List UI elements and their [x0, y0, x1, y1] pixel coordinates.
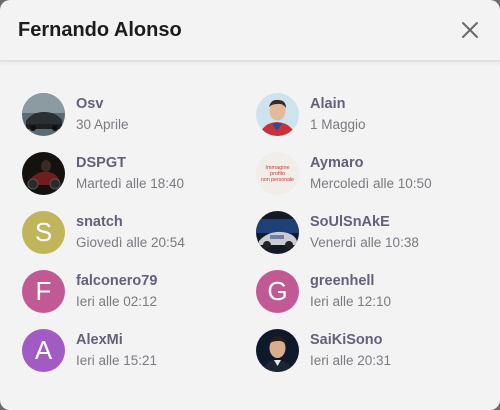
user-name[interactable]: DSPGT [76, 154, 184, 172]
reaction-time: Mercoledì alle 10:50 [310, 175, 432, 191]
reaction-time: Venerdì alle 10:38 [310, 234, 419, 250]
user-item[interactable]: SaiKiSono Ieri alle 20:31 [256, 328, 490, 372]
modal-header: Fernando Alonso [0, 0, 500, 62]
svg-text:non personale: non personale [261, 177, 294, 183]
user-item[interactable]: S snatch Giovedì alle 20:54 [22, 210, 256, 254]
avatar[interactable] [22, 92, 65, 136]
reaction-time: 1 Maggio [310, 116, 366, 132]
user-item[interactable]: Alain 1 Maggio [256, 92, 490, 136]
avatar[interactable] [256, 210, 299, 254]
avatar[interactable] [256, 92, 299, 136]
user-item[interactable]: Immagine profilo non personale Aymaro Me… [256, 151, 490, 195]
user-item[interactable]: F falconero79 Ieri alle 02:12 [22, 269, 256, 313]
close-button[interactable] [458, 18, 482, 42]
avatar[interactable]: S [22, 210, 65, 254]
user-name[interactable]: falconero79 [76, 272, 157, 290]
avatar-letter: A [34, 334, 53, 365]
reaction-time: Ieri alle 02:12 [76, 293, 158, 309]
user-name[interactable]: Alain [310, 95, 366, 113]
avatar[interactable]: Immagine profilo non personale [256, 151, 299, 195]
user-name[interactable]: SoUlSnAkE [310, 213, 419, 231]
avatar-letter: F [35, 275, 52, 306]
user-name[interactable]: Aymaro [310, 154, 432, 172]
user-item[interactable]: Osv 30 Aprile [22, 92, 256, 136]
close-icon [462, 22, 478, 38]
user-name[interactable]: AlexMi [76, 331, 157, 349]
avatar-letter: S [34, 216, 53, 247]
user-item[interactable]: DSPGT Martedì alle 18:40 [22, 151, 256, 195]
avatar[interactable] [22, 151, 65, 195]
user-item[interactable]: SoUlSnAkE Venerdì alle 10:38 [256, 210, 490, 254]
user-name[interactable]: SaiKiSono [310, 331, 391, 349]
user-item[interactable]: G greenhell Ieri alle 12:10 [256, 269, 490, 313]
user-name[interactable]: snatch [76, 213, 185, 231]
user-name[interactable]: Osv [76, 95, 129, 113]
user-item[interactable]: A AlexMi Ieri alle 15:21 [22, 328, 256, 372]
reaction-time: Ieri alle 20:31 [310, 352, 392, 368]
reaction-time: Ieri alle 12:10 [310, 293, 392, 309]
avatar-letter: G [267, 275, 288, 306]
reaction-time: Giovedì alle 20:54 [76, 234, 185, 250]
avatar[interactable]: F [22, 269, 65, 313]
reactions-modal: Fernando Alonso Osv 30 Aprile Alain 1 Ma… [0, 0, 500, 410]
avatar[interactable] [256, 328, 299, 372]
user-list: Osv 30 Aprile Alain 1 Maggio DSPGT Marte… [0, 62, 500, 372]
user-name[interactable]: greenhell [310, 272, 391, 290]
reaction-time: Martedì alle 18:40 [76, 175, 185, 191]
avatar[interactable]: G [256, 269, 299, 313]
reaction-time: 30 Aprile [76, 116, 129, 132]
modal-title: Fernando Alonso [18, 18, 182, 41]
reaction-time: Ieri alle 15:21 [76, 352, 158, 368]
avatar[interactable]: A [22, 328, 65, 372]
